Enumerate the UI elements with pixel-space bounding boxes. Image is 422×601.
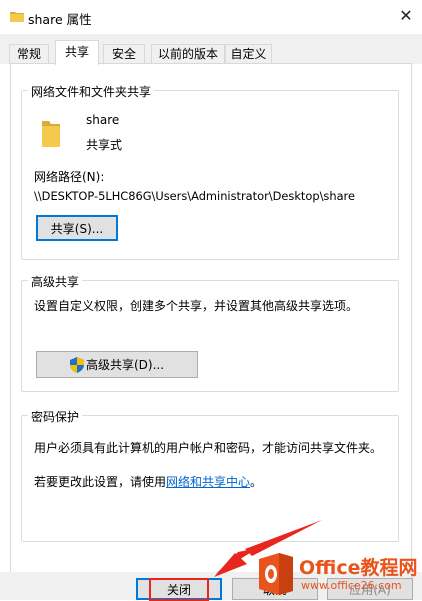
- tab-security[interactable]: 安全: [103, 44, 145, 64]
- tab-sharing[interactable]: 共享: [55, 40, 99, 65]
- watermark-url: www.office26.com: [301, 579, 402, 592]
- share-status: 共享式: [86, 138, 123, 152]
- network-sharing-center-link[interactable]: 网络和共享中心: [166, 475, 250, 489]
- office-logo-icon: [259, 553, 293, 595]
- password-protection-group: 密码保护 用户必须具有此计算机的用户帐户和密码，才能访问共享文件夹。 若要更改此…: [21, 408, 399, 542]
- advanced-sharing-button[interactable]: 高级共享(D)...: [36, 351, 198, 378]
- close-icon[interactable]: ✕: [396, 6, 416, 26]
- folder-icon: [10, 12, 24, 22]
- watermark: Office教程网 www.office26.com: [255, 551, 418, 597]
- network-sharing-legend: 网络文件和文件夹共享: [28, 83, 155, 100]
- window-title: share 属性: [28, 12, 92, 27]
- password-protection-description: 用户必须具有此计算机的用户帐户和密码，才能访问共享文件夹。: [34, 441, 383, 455]
- tab-general[interactable]: 常规: [9, 44, 49, 64]
- share-button[interactable]: 共享(S)...: [36, 215, 118, 241]
- tab-customize[interactable]: 自定义: [225, 44, 272, 64]
- tab-previous-versions[interactable]: 以前的版本: [151, 44, 225, 64]
- folder-name: share: [86, 113, 120, 127]
- network-path-value: \\DESKTOP-5LHC86G\Users\Administrator\De…: [34, 189, 355, 203]
- close-button[interactable]: 关闭: [136, 577, 222, 601]
- password-change-prefix: 若要更改此设置，请使用: [34, 475, 167, 489]
- advanced-sharing-legend: 高级共享: [28, 273, 83, 290]
- password-change-hint: 若要更改此设置，请使用网络和共享中心。: [34, 473, 262, 490]
- password-protection-legend: 密码保护: [28, 408, 83, 425]
- network-path-label: 网络路径(N):: [34, 170, 105, 184]
- advanced-sharing-description: 设置自定义权限，创建多个共享，并设置其他高级共享选项。: [34, 299, 359, 313]
- password-change-suffix: 。: [250, 475, 263, 489]
- advanced-sharing-button-label: 高级共享(D)...: [85, 358, 165, 372]
- folder-icon: [42, 121, 60, 147]
- close-button-label: 关闭: [148, 577, 209, 601]
- shield-icon: [69, 356, 84, 373]
- watermark-title: Office教程网: [299, 557, 418, 579]
